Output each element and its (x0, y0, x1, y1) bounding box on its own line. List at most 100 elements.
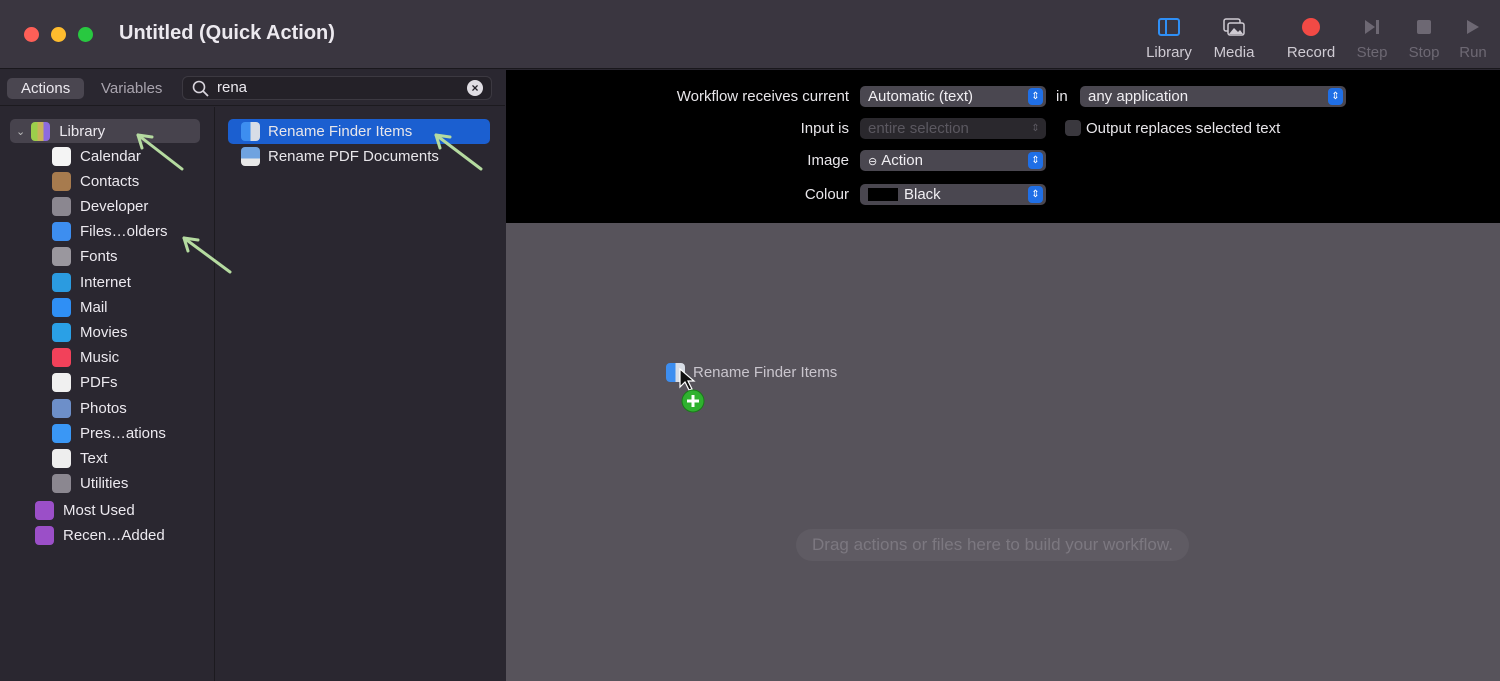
title-bar: Untitled (Quick Action) Library Media Re… (0, 0, 1500, 69)
run-button[interactable]: Run (1443, 14, 1500, 61)
library-item-label: Calendar (80, 147, 141, 165)
receives-label: Workflow receives current (676, 88, 849, 105)
library-item-label: Fonts (80, 248, 118, 266)
library-item-label: Photos (80, 399, 127, 417)
receives-popup[interactable]: Automatic (text) ⇕ (860, 86, 1046, 107)
library-root[interactable]: ⌄ Library (10, 119, 200, 143)
close-window-button[interactable] (24, 27, 39, 42)
application-popup[interactable]: any application ⇕ (1080, 86, 1346, 107)
step-button[interactable]: Step (1342, 14, 1402, 61)
library-item-label: Text (80, 449, 108, 467)
library-item-pres-ations[interactable]: Pres…ations (52, 421, 166, 445)
library-item-label: Utilities (80, 475, 129, 493)
library-item-label: Contacts (80, 172, 140, 190)
library-item-text[interactable]: Text (52, 446, 108, 470)
step-label: Step (1356, 44, 1388, 61)
input-label: Input is (800, 120, 849, 137)
library-item-files-olders[interactable]: Files…olders (52, 220, 168, 244)
library-item-label: Movies (80, 323, 128, 341)
media-label: Media (1213, 44, 1255, 61)
stepper-icon: ⇕ (1028, 186, 1043, 203)
stepper-icon: ⇕ (1028, 88, 1043, 105)
action-rename-pdf-documents[interactable]: Rename PDF Documents (228, 144, 490, 169)
input-value: entire selection (868, 120, 969, 137)
library-item-developer[interactable]: Developer (52, 194, 148, 218)
step-icon (1342, 14, 1402, 40)
receives-value: Automatic (text) (868, 88, 974, 105)
media-toolbar-button[interactable]: Media (1204, 14, 1264, 61)
group-most-used[interactable]: Most Used (35, 498, 135, 522)
colour-popup[interactable]: Black ⇕ (860, 184, 1046, 205)
finder-icon (241, 122, 260, 141)
action-rename-finder-items[interactable]: Rename Finder Items (228, 119, 490, 144)
play-icon (1443, 14, 1500, 40)
category-icon (52, 348, 71, 368)
library-label: Library (59, 122, 106, 140)
library-books-icon (31, 121, 51, 141)
input-popup[interactable]: entire selection ⇕ (860, 118, 1046, 139)
category-icon (52, 222, 71, 242)
photos-icon (1204, 14, 1264, 40)
application-value: any application (1088, 88, 1189, 105)
category-icon (52, 423, 71, 443)
output-replaces-checkbox[interactable] (1065, 120, 1081, 136)
library-item-contacts[interactable]: Contacts (52, 169, 139, 193)
smart-folder-icon (35, 525, 54, 545)
actions-list: Rename Finder Items Rename PDF Documents (216, 107, 505, 681)
tab-variables[interactable]: Variables (87, 78, 176, 99)
library-item-label: PDFs (80, 374, 118, 392)
search-input[interactable] (217, 79, 457, 96)
library-item-internet[interactable]: Internet (52, 270, 131, 294)
image-popup[interactable]: ⊖ Action ⇕ (860, 150, 1046, 171)
library-panel: Actions Variables × ⌄ Library Calendar Co… (0, 70, 505, 681)
minimize-window-button[interactable] (51, 27, 66, 42)
preview-icon (241, 147, 260, 166)
library-item-photos[interactable]: Photos (52, 396, 127, 420)
library-item-calendar[interactable]: Calendar (52, 144, 141, 168)
record-icon (1281, 14, 1341, 40)
search-icon (192, 80, 209, 97)
stepper-icon: ⇕ (1031, 123, 1040, 134)
library-item-fonts[interactable]: Fonts (52, 245, 118, 269)
category-icon (52, 272, 71, 292)
category-icon (52, 448, 71, 468)
library-item-label: Internet (80, 273, 131, 291)
workflow-config: Workflow receives current Automatic (tex… (506, 70, 1500, 223)
output-replaces-label: Output replaces selected text (1086, 120, 1281, 137)
category-icon (52, 196, 71, 216)
library-item-label: Pres…ations (80, 424, 166, 442)
category-icon (52, 297, 71, 317)
record-button[interactable]: Record (1281, 14, 1341, 61)
library-label: Library (1146, 44, 1192, 61)
category-icon (52, 373, 71, 393)
image-value: Action (881, 152, 923, 169)
window-title: Untitled (Quick Action) (119, 22, 335, 44)
workflow-canvas[interactable]: Rename Finder Items Drag actions or file… (506, 223, 1500, 681)
sidebar-icon (1139, 14, 1199, 40)
drop-hint: Drag actions or files here to build your… (796, 529, 1189, 561)
action-gear-icon: ⊖ (868, 156, 878, 168)
action-label: Rename PDF Documents (268, 148, 439, 165)
stepper-icon: ⇕ (1028, 152, 1043, 169)
library-toolbar-button[interactable]: Library (1139, 14, 1199, 61)
group-label: Recen…Added (63, 526, 165, 544)
library-item-label: Mail (80, 298, 108, 316)
image-label: Image (807, 152, 849, 169)
chevron-down-icon: ⌄ (16, 125, 26, 138)
colour-value: Black (904, 186, 941, 203)
library-item-utilities[interactable]: Utilities (52, 472, 128, 496)
group-recently-added[interactable]: Recen…Added (35, 523, 165, 547)
clear-search-icon[interactable]: × (467, 80, 483, 96)
search-field[interactable]: × (182, 76, 492, 100)
library-item-mail[interactable]: Mail (52, 295, 108, 319)
zoom-window-button[interactable] (78, 27, 93, 42)
tab-actions[interactable]: Actions (7, 78, 85, 99)
action-label: Rename Finder Items (268, 123, 413, 140)
smart-folder-icon (35, 500, 54, 520)
category-icon (52, 322, 71, 342)
category-icon (52, 474, 71, 494)
library-item-music[interactable]: Music (52, 346, 119, 370)
library-item-movies[interactable]: Movies (52, 320, 128, 344)
library-item-pdfs[interactable]: PDFs (52, 371, 118, 395)
category-icon (52, 247, 71, 267)
